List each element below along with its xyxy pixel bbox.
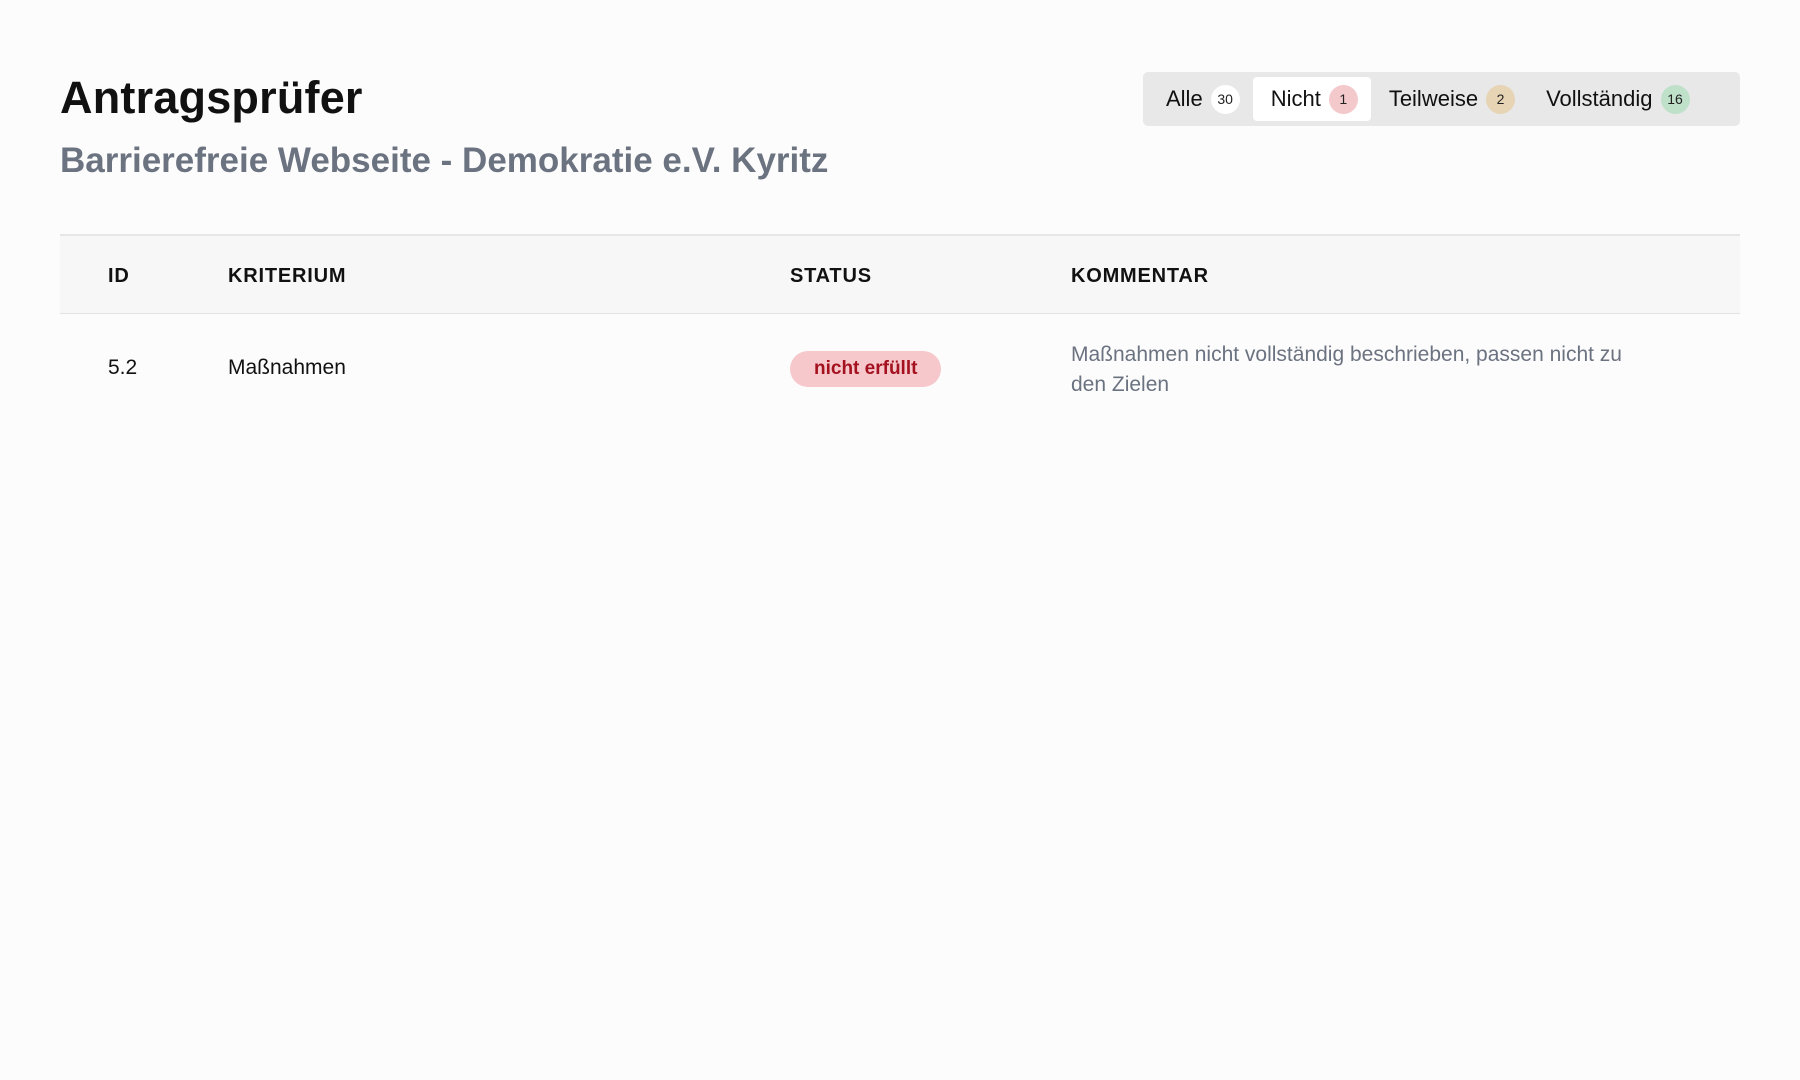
filter-teilweise-label: Teilweise — [1388, 86, 1479, 111]
filter-alle-label: Alle — [1166, 86, 1203, 111]
filter-nicht-label: Nicht — [1270, 86, 1321, 111]
table-row[interactable]: 5.2 Maßnahmen nicht erfüllt Maßnahmen ni… — [60, 314, 1740, 424]
page-title: Antragsprüfer — [60, 72, 363, 123]
row-id: 5.2 — [108, 356, 138, 379]
column-header-status: STATUS — [790, 265, 872, 287]
criteria-table: ID KRITERIUM STATUS KOMMENTAR 5.2 Maßnah… — [60, 234, 1740, 424]
filter-teilweise-button[interactable]: Teilweise 2 — [1371, 77, 1528, 121]
column-header-kommentar: KOMMENTAR — [1071, 265, 1209, 287]
filter-teilweise-count-badge: 2 — [1486, 84, 1516, 114]
filter-alle-button[interactable]: Alle 30 — [1148, 77, 1253, 121]
column-header-id: ID — [108, 265, 130, 287]
filter-nicht-button[interactable]: Nicht 1 — [1252, 77, 1371, 121]
filter-nicht-count-badge: 1 — [1328, 84, 1358, 114]
page-subtitle: Barrierefreie Webseite - Demokratie e.V.… — [60, 141, 829, 180]
row-kriterium: Maßnahmen — [228, 356, 346, 379]
row-kommentar: Maßnahmen nicht vollständig beschrieben,… — [1071, 343, 1622, 396]
table-header: ID KRITERIUM STATUS KOMMENTAR — [60, 234, 1740, 314]
filter-vollstaendig-button[interactable]: Vollständig 16 — [1528, 77, 1702, 121]
status-filter-group: Alle 30 Nicht 1 Teilweise 2 Vollständig … — [1143, 72, 1740, 126]
filter-vollstaendig-label: Vollständig — [1546, 86, 1653, 111]
column-header-kriterium: KRITERIUM — [228, 265, 347, 287]
filter-vollstaendig-count-badge: 16 — [1660, 84, 1690, 114]
page: Antragsprüfer Barrierefreie Webseite - D… — [0, 0, 1800, 1080]
filter-alle-count-badge: 30 — [1210, 84, 1240, 114]
status-badge: nicht erfüllt — [790, 351, 942, 387]
